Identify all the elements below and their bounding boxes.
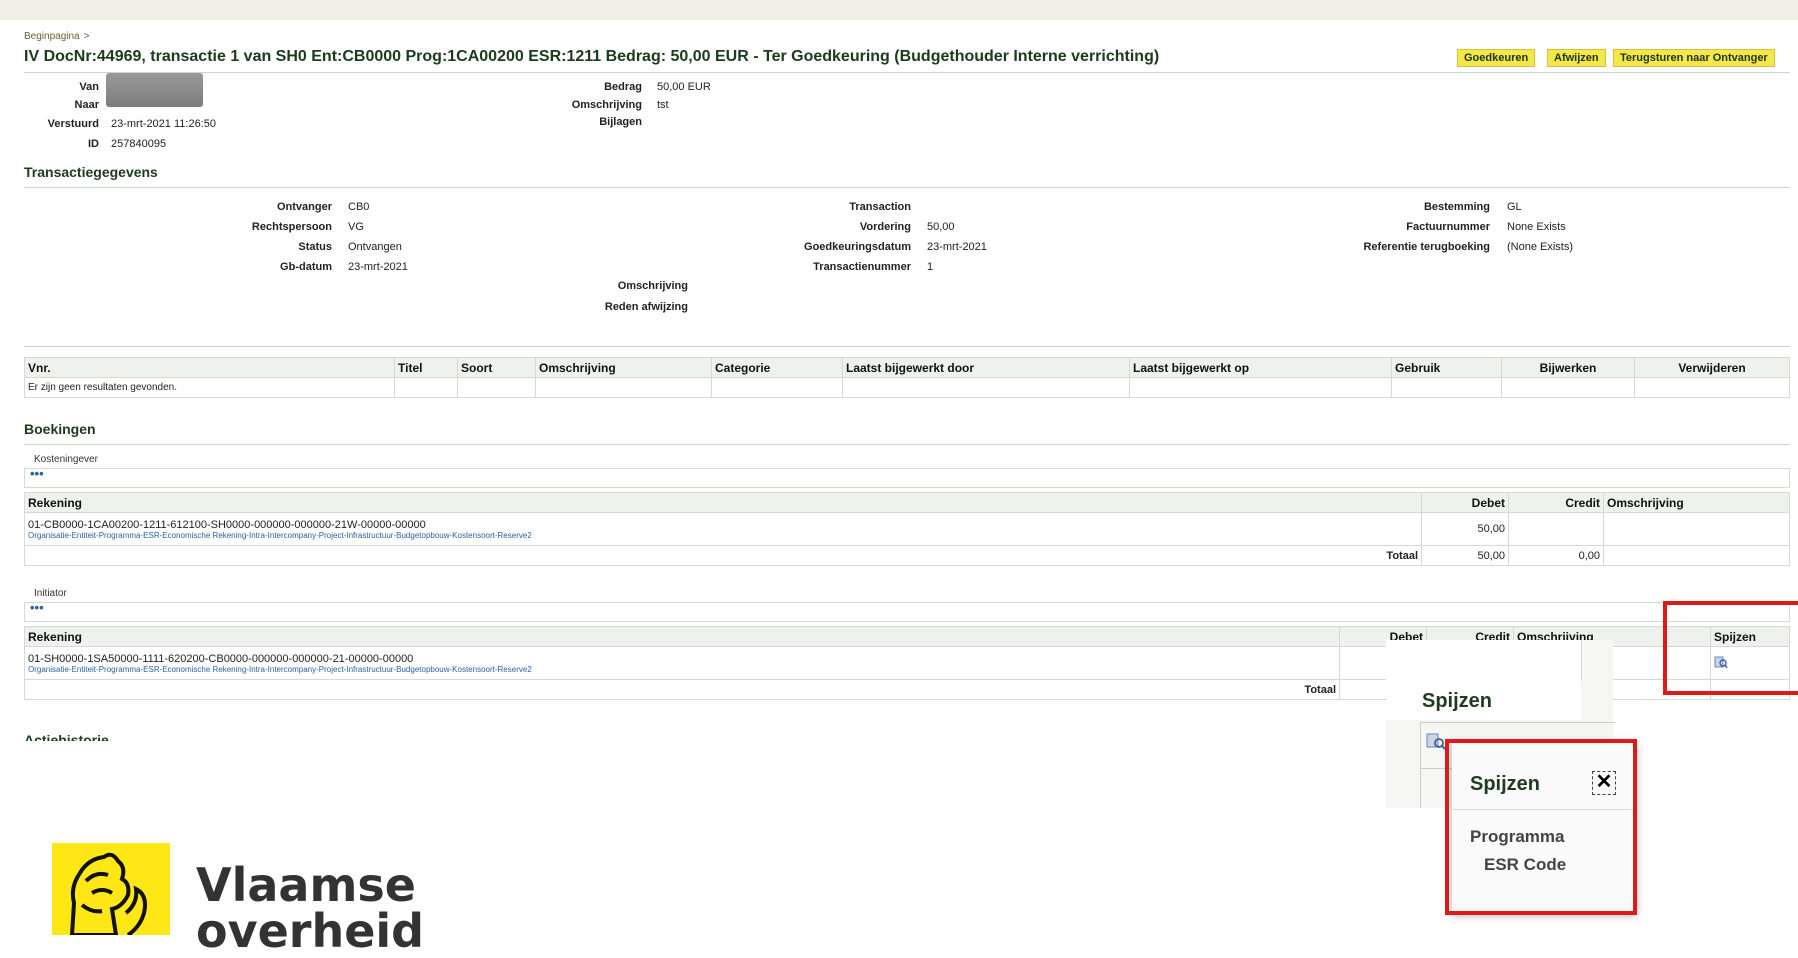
total-debit: 50,00 bbox=[1421, 545, 1509, 566]
return-to-recipient-button[interactable]: Terugsturen naar Ontvanger bbox=[1613, 49, 1775, 67]
total-credit: 0,00 bbox=[1508, 545, 1604, 566]
col-description[interactable]: Omschrijving bbox=[535, 357, 712, 378]
account-segment-description[interactable]: Organisatie-Entiteit-Programma-ESR-Econo… bbox=[28, 531, 1418, 540]
account-code: 01-CB0000-1CA00200-1211-612100-SH0000-00… bbox=[28, 518, 426, 531]
bookings-heading: Boekingen bbox=[24, 421, 96, 437]
cost-giver-more-actions[interactable]: ••• bbox=[24, 467, 1790, 488]
breadcrumb: Beginpagina > bbox=[24, 31, 89, 42]
breadcrumb-separator: > bbox=[83, 31, 90, 42]
claim-value: 50,00 bbox=[927, 221, 955, 233]
legal-entity-label: Rechtspersoon bbox=[251, 221, 332, 233]
highlight-popup bbox=[1445, 739, 1637, 915]
invoice-number-label: Factuurnummer bbox=[1406, 221, 1490, 233]
col-title[interactable]: Titel bbox=[394, 357, 458, 378]
destination-label: Bestemming bbox=[1423, 201, 1490, 213]
bookings-divider bbox=[24, 444, 1790, 445]
description-value: tst bbox=[657, 99, 669, 111]
account-cell: 01-CB0000-1CA00200-1211-612100-SH0000-00… bbox=[24, 512, 1422, 546]
destination-value: GL bbox=[1507, 201, 1522, 213]
gl-date-label: Gb-datum bbox=[280, 261, 332, 273]
table-header-row: Vnr. Titel Soort Omschrijving Categorie … bbox=[24, 357, 1790, 378]
initiator-more-actions[interactable]: ••• bbox=[24, 601, 1790, 622]
status-label: Status bbox=[298, 241, 332, 253]
col-credit[interactable]: Credit bbox=[1508, 492, 1604, 513]
logo-line-1: Vlaamse bbox=[196, 858, 416, 912]
total-label: Totaal bbox=[24, 679, 1340, 700]
col-description[interactable]: Omschrijving bbox=[1603, 492, 1790, 513]
sent-value: 23-mrt-2021 11:26:50 bbox=[111, 118, 216, 130]
logo-wordmark: Vlaamse overheid bbox=[196, 862, 424, 954]
status-value: Ontvangen bbox=[348, 241, 402, 253]
title-divider bbox=[24, 72, 1790, 73]
redacted-names bbox=[106, 73, 203, 107]
to-label: Naar bbox=[74, 99, 99, 111]
approval-date-value: 23-mrt-2021 bbox=[927, 241, 987, 253]
transaction-description-label: Omschrijving bbox=[617, 280, 688, 292]
table-row: Er zijn geen resultaten gevonden. bbox=[24, 377, 1790, 398]
col-account[interactable]: Rekening bbox=[24, 626, 1340, 647]
col-debit[interactable]: Debet bbox=[1421, 492, 1509, 513]
logo-line-2: overheid bbox=[196, 904, 425, 958]
col-account[interactable]: Rekening bbox=[24, 492, 1422, 513]
recipient-label: Ontvanger bbox=[276, 201, 332, 213]
description-label: Omschrijving bbox=[571, 99, 642, 111]
no-results-message: Er zijn geen resultaten gevonden. bbox=[24, 377, 395, 398]
table-header-row: Rekening Debet Credit Omschrijving bbox=[24, 492, 1790, 513]
claim-label: Vordering bbox=[859, 221, 911, 233]
legal-entity-value: VG bbox=[348, 221, 364, 233]
attachments-label: Bijlagen bbox=[599, 116, 642, 128]
cost-giver-table: Rekening Debet Credit Omschrijving 01-CB… bbox=[24, 492, 1790, 566]
col-last-updated-by[interactable]: Laatst bijgewerkt door bbox=[842, 357, 1130, 378]
rejection-reason-label: Reden afwijzing bbox=[604, 301, 688, 313]
amount-label: Bedrag bbox=[604, 81, 642, 93]
transaction-details-heading: Transactiegegevens bbox=[24, 164, 158, 180]
account-segment-description[interactable]: Organisatie-Entiteit-Programma-ESR-Econo… bbox=[28, 665, 1336, 674]
zoom-search-icon-enlarged[interactable] bbox=[1426, 732, 1446, 750]
cost-giver-label: Kosteningever bbox=[34, 454, 98, 465]
zoom-inset-heading: Spijzen bbox=[1422, 690, 1493, 712]
transaction-label: Transaction bbox=[849, 201, 911, 213]
col-usage[interactable]: Gebruik bbox=[1391, 357, 1502, 378]
page-title: IV DocNr:44969, transactie 1 van SH0 Ent… bbox=[24, 48, 1160, 65]
totals-row: Totaal 50,00 0,00 bbox=[24, 545, 1790, 566]
gl-date-value: 23-mrt-2021 bbox=[348, 261, 408, 273]
col-delete[interactable]: Verwijderen bbox=[1634, 357, 1790, 378]
breadcrumb-home-link[interactable]: Beginpagina bbox=[24, 31, 80, 42]
amount-value: 50,00 EUR bbox=[657, 81, 711, 93]
transaction-number-value: 1 bbox=[927, 261, 934, 273]
id-value: 257840095 bbox=[111, 138, 167, 150]
attachments-table: Vnr. Titel Soort Omschrijving Categorie … bbox=[24, 357, 1790, 398]
lion-icon bbox=[69, 852, 147, 935]
total-label: Totaal bbox=[24, 545, 1422, 566]
approval-date-label: Goedkeuringsdatum bbox=[804, 241, 911, 253]
debit-value: 50,00 bbox=[1421, 512, 1509, 546]
table-row: 01-CB0000-1CA00200-1211-612100-SH0000-00… bbox=[24, 512, 1790, 546]
col-category[interactable]: Categorie bbox=[711, 357, 843, 378]
col-type[interactable]: Soort bbox=[457, 357, 536, 378]
attachments-divider bbox=[24, 346, 1790, 347]
transaction-number-label: Transactienummer bbox=[813, 261, 911, 273]
transaction-details-divider bbox=[24, 187, 1790, 188]
col-update[interactable]: Bijwerken bbox=[1501, 357, 1635, 378]
from-label: Van bbox=[79, 81, 99, 93]
reject-button[interactable]: Afwijzen bbox=[1547, 49, 1606, 67]
reversal-reference-value: (None Exists) bbox=[1507, 241, 1574, 253]
highlight-zoom-column bbox=[1663, 601, 1798, 695]
account-cell: 01-SH0000-1SA50000-1111-620200-CB0000-00… bbox=[24, 646, 1340, 680]
account-code: 01-SH0000-1SA50000-1111-620200-CB0000-00… bbox=[28, 652, 414, 665]
id-label: ID bbox=[88, 138, 99, 150]
sent-label: Verstuurd bbox=[47, 118, 99, 130]
col-last-updated-on[interactable]: Laatst bijgewerkt op bbox=[1129, 357, 1392, 378]
action-history-heading: Actiehistorie bbox=[24, 732, 109, 741]
recipient-value: CB0 bbox=[348, 201, 370, 213]
initiator-label: Initiator bbox=[34, 588, 67, 599]
invoice-number-value: None Exists bbox=[1507, 221, 1566, 233]
reversal-reference-label: Referentie terugboeking bbox=[1363, 241, 1490, 253]
top-bar bbox=[0, 0, 1798, 20]
col-vnr[interactable]: Vnr. bbox=[24, 357, 395, 378]
vlaamse-overheid-lion-logo bbox=[52, 843, 170, 935]
approve-button[interactable]: Goedkeuren bbox=[1457, 49, 1536, 67]
